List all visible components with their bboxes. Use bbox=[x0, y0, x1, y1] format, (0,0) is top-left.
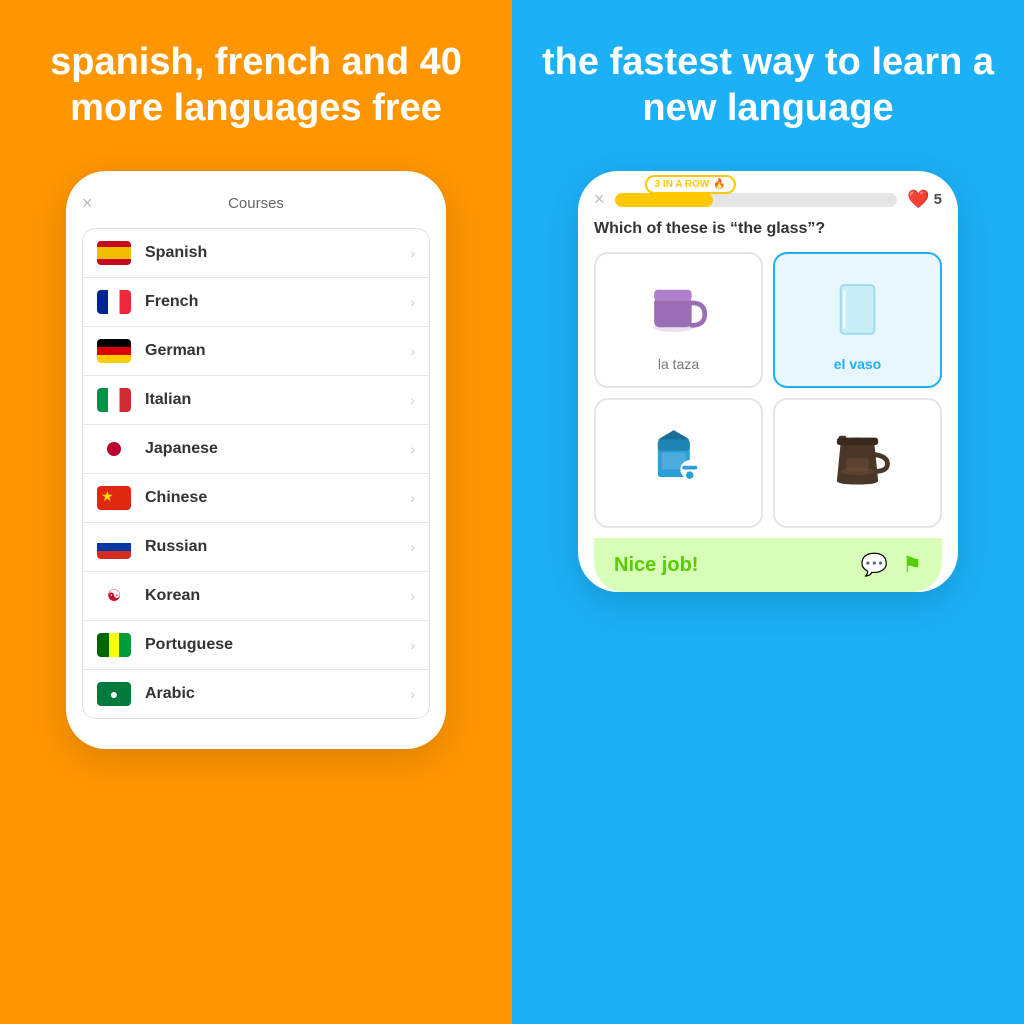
chevron-icon: › bbox=[410, 686, 415, 702]
streak-label: 3 IN A ROW bbox=[655, 179, 710, 190]
list-item[interactable]: Chinese › bbox=[83, 474, 429, 523]
right-panel: the fastest way to learn a new language … bbox=[512, 0, 1024, 1024]
heart-icon: ❤️ bbox=[907, 189, 929, 210]
left-panel: spanish, french and 40 more languages fr… bbox=[0, 0, 512, 1024]
list-item[interactable]: Arabic › bbox=[83, 670, 429, 718]
chevron-icon: › bbox=[410, 441, 415, 457]
course-name: Russian bbox=[145, 538, 410, 556]
chevron-icon: › bbox=[410, 588, 415, 604]
course-name: Italian bbox=[145, 391, 410, 409]
carton-image bbox=[639, 414, 719, 494]
list-item[interactable]: Portuguese › bbox=[83, 621, 429, 670]
nice-job-bar: Nice job! 💬 ⚑ bbox=[594, 538, 942, 592]
flag-korean bbox=[97, 584, 131, 608]
chevron-icon: › bbox=[410, 245, 415, 261]
streak-badge: 3 IN A ROW 🔥 bbox=[645, 175, 736, 194]
chevron-icon: › bbox=[410, 294, 415, 310]
progress-bar-fill bbox=[615, 193, 714, 207]
nice-job-text: Nice job! bbox=[614, 554, 698, 577]
quiz-header: × 3 IN A ROW 🔥 ❤️ 5 bbox=[594, 189, 942, 210]
quiz-question: Which of these is “the glass”? bbox=[594, 220, 942, 238]
list-item[interactable]: Italian › bbox=[83, 376, 429, 425]
chat-icon[interactable]: 💬 bbox=[861, 552, 888, 578]
course-name: German bbox=[145, 342, 410, 360]
courses-title: Courses bbox=[228, 195, 284, 212]
course-list: Spanish › French › German › Italian › bbox=[82, 228, 430, 719]
hearts-count: 5 bbox=[934, 191, 942, 208]
flag-portuguese bbox=[97, 633, 131, 657]
list-item[interactable]: Spanish › bbox=[83, 229, 429, 278]
nice-job-icons: 💬 ⚑ bbox=[861, 552, 922, 578]
flag-spanish bbox=[97, 241, 131, 265]
course-name: Chinese bbox=[145, 489, 410, 507]
list-item[interactable]: French › bbox=[83, 278, 429, 327]
course-name: Arabic bbox=[145, 685, 410, 703]
left-headline: spanish, french and 40 more languages fr… bbox=[30, 40, 482, 131]
progress-container: 3 IN A ROW 🔥 bbox=[615, 193, 898, 207]
flag-french bbox=[97, 290, 131, 314]
answer-card-carton[interactable] bbox=[594, 398, 763, 528]
answer-grid: la taza el vaso bbox=[594, 252, 942, 528]
flag-italian bbox=[97, 388, 131, 412]
list-item[interactable]: German › bbox=[83, 327, 429, 376]
progress-bar-background bbox=[615, 193, 898, 207]
right-headline: the fastest way to learn a new language bbox=[542, 40, 994, 131]
answer-label-mug: la taza bbox=[658, 356, 699, 372]
mug-image bbox=[639, 268, 719, 348]
answer-card-glass[interactable]: el vaso bbox=[773, 252, 942, 388]
list-item[interactable]: Korean › bbox=[83, 572, 429, 621]
chevron-icon: › bbox=[410, 490, 415, 506]
answer-card-mug[interactable]: la taza bbox=[594, 252, 763, 388]
fire-icon: 🔥 bbox=[713, 179, 725, 190]
list-item[interactable]: Japanese › bbox=[83, 425, 429, 474]
flag-russian bbox=[97, 535, 131, 559]
answer-label-glass: el vaso bbox=[834, 356, 881, 372]
glass-image bbox=[818, 268, 898, 348]
chevron-icon: › bbox=[410, 392, 415, 408]
pot-image bbox=[818, 414, 898, 494]
quiz-close-icon[interactable]: × bbox=[594, 189, 605, 210]
close-icon[interactable]: × bbox=[82, 193, 93, 214]
chevron-icon: › bbox=[410, 539, 415, 555]
flag-chinese bbox=[97, 486, 131, 510]
flag-arabic bbox=[97, 682, 131, 706]
right-phone-frame: × 3 IN A ROW 🔥 ❤️ 5 Which of these is “t… bbox=[578, 171, 958, 592]
left-phone-frame: × Courses Spanish › French › German › bbox=[66, 171, 446, 749]
course-name: Portuguese bbox=[145, 636, 410, 654]
phone-header: × Courses bbox=[82, 195, 430, 212]
chevron-icon: › bbox=[410, 343, 415, 359]
course-name: Spanish bbox=[145, 244, 410, 262]
answer-card-pot[interactable] bbox=[773, 398, 942, 528]
flag-german bbox=[97, 339, 131, 363]
flag-icon[interactable]: ⚑ bbox=[902, 552, 922, 578]
list-item[interactable]: Russian › bbox=[83, 523, 429, 572]
flag-japanese bbox=[97, 437, 131, 461]
course-name: French bbox=[145, 293, 410, 311]
course-name: Korean bbox=[145, 587, 410, 605]
chevron-icon: › bbox=[410, 637, 415, 653]
course-name: Japanese bbox=[145, 440, 410, 458]
hearts-container: ❤️ 5 bbox=[907, 189, 942, 210]
